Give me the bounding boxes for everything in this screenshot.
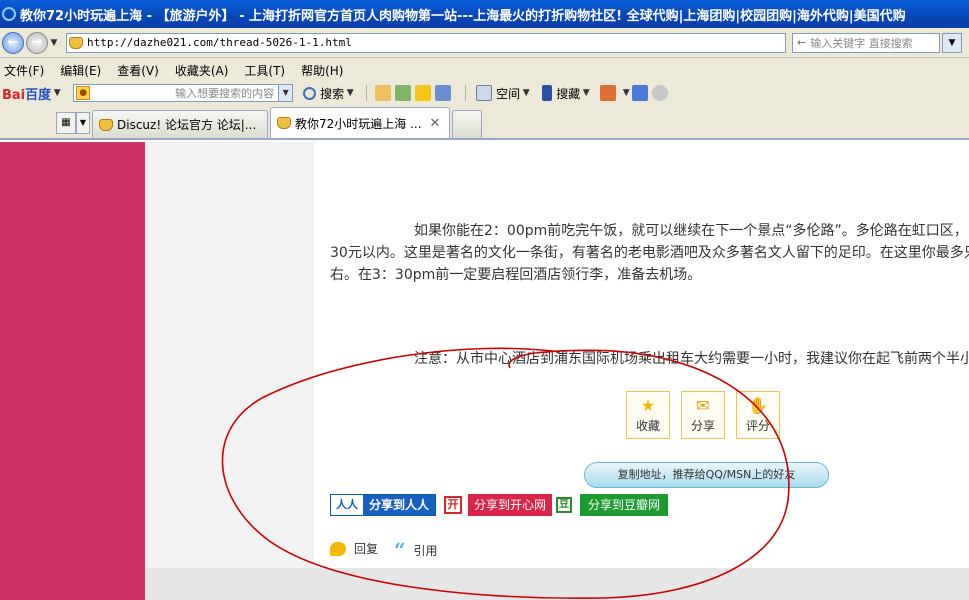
close-tab-icon[interactable]: ✕ — [430, 116, 441, 131]
post-paragraph: 如果你能在2：00pm前吃完午饭，就可以继续在下一个景点“多伦路”。多伦路在虹口… — [330, 220, 969, 286]
bookmark-icon — [542, 85, 553, 101]
page-content: 如果你能在2：00pm前吃完午饭，就可以继续在下一个景点“多伦路”。多伦路在虹口… — [0, 142, 969, 600]
douban-logo-icon: 豆 — [556, 497, 572, 513]
search-dropdown-icon[interactable]: ▼ — [942, 32, 962, 53]
translate-dropdown-icon[interactable]: ▼ — [620, 88, 632, 98]
image-icon[interactable] — [395, 85, 412, 101]
kaixin-label: 分享到开心网 — [468, 494, 553, 516]
favorite-button[interactable]: ★ 收藏 — [626, 391, 670, 439]
tab-list-dropdown-icon[interactable]: ▼ — [76, 112, 90, 134]
toolbar-separator — [366, 85, 368, 101]
gear-icon[interactable] — [652, 85, 669, 101]
tab-label: Discuz! 论坛官方 论坛|... — [117, 118, 257, 132]
baidu-logo[interactable]: Bai百度 — [2, 84, 51, 103]
douban-label: 分享到豆瓣网 — [580, 494, 669, 516]
favorite-label: 收藏 — [635, 419, 660, 433]
forward-button[interactable]: → — [26, 31, 48, 54]
tab-favicon-icon — [277, 117, 291, 129]
menu-favorites[interactable]: 收藏夹(A) — [175, 62, 229, 79]
star-icon: ★ — [640, 396, 656, 415]
tab-discuz[interactable]: Discuz! 论坛官方 论坛|... — [92, 110, 268, 138]
address-bar: ← → ▼ http://dazhe021.com/thread-5026-1-… — [0, 28, 969, 58]
reply-link[interactable]: 回复 — [330, 540, 378, 557]
soucang-button[interactable]: 搜藏 ▼ — [542, 85, 592, 102]
baidu-menu-dropdown-icon[interactable]: ▼ — [51, 88, 63, 98]
window-title: 教你72小时玩遍上海 - 【旅游户外】 - 上海打折网官方首页人肉购物第一站--… — [20, 8, 906, 24]
copy-address-button[interactable]: 复制地址，推荐给QQ/MSN上的好友 — [584, 462, 829, 488]
menu-file[interactable]: 文件(F) — [4, 62, 44, 79]
tab-favicon-icon — [99, 118, 113, 131]
quote-label: 引用 — [413, 543, 438, 558]
post-separator — [145, 568, 969, 600]
share-douban-button[interactable]: 豆 分享到豆瓣网 — [556, 494, 669, 516]
url-input[interactable]: http://dazhe021.com/thread-5026-1-1.html — [66, 32, 786, 53]
zhidao-icon[interactable] — [415, 85, 432, 101]
menu-view[interactable]: 查看(V) — [117, 62, 159, 79]
new-tab-button[interactable] — [452, 110, 482, 138]
renren-label: 分享到人人 — [363, 495, 435, 515]
post-line: 右。在3：30pm前一定要启程回酒店领行李，准备去机场。 — [330, 267, 702, 283]
kaixin-logo-icon: 开 — [444, 496, 462, 514]
site-favicon-icon — [69, 36, 83, 49]
quote-mark-icon: “ — [394, 538, 406, 562]
history-dropdown-icon[interactable]: ▼ — [48, 38, 60, 48]
back-button[interactable]: ← — [2, 31, 24, 54]
reply-label: 回复 — [354, 542, 379, 556]
post-line: 30元以内。这里是著名的文化一条街，有著名的老电影酒吧及众多著名文人留下的足印。… — [330, 245, 969, 261]
baidu-input-dropdown-icon[interactable]: ▼ — [278, 85, 293, 101]
rate-button[interactable]: ✋ 评分 — [736, 391, 780, 439]
search-options-dropdown-icon[interactable]: ▼ — [344, 88, 356, 98]
space-button[interactable]: 空间 ▼ — [476, 85, 532, 102]
quote-link[interactable]: “ 引用 — [394, 538, 438, 562]
baidu-search-input[interactable]: ● 输入想要搜索的内容 ▼ — [73, 84, 294, 102]
post-line: 如果你能在2：00pm前吃完午饭，就可以继续在下一个景点“多伦路”。多伦路在虹口… — [414, 223, 968, 239]
speech-bubble-icon — [330, 541, 346, 556]
baidu-search-placeholder: 输入想要搜索的内容 — [175, 87, 275, 100]
pen-icon[interactable] — [632, 85, 649, 101]
ie-icon — [2, 7, 16, 21]
grid-icon[interactable] — [435, 85, 452, 101]
menu-bar: 文件(F) 编辑(E) 查看(V) 收藏夹(A) 工具(T) 帮助(H) — [0, 58, 969, 82]
tab-label: 教你72小时玩遍上海 ... — [295, 116, 422, 131]
baidu-search-label: 搜索 — [320, 86, 345, 101]
tab-bar: ▦ ▼ Discuz! 论坛官方 论坛|... 教你72小时玩遍上海 ... ✕ — [0, 104, 969, 140]
space-icon — [476, 85, 493, 101]
envelope-icon: ✉ — [696, 396, 710, 415]
translate-icon[interactable] — [600, 85, 617, 101]
share-button[interactable]: ✉ 分享 — [681, 391, 725, 439]
tab-current[interactable]: 教你72小时玩遍上海 ... ✕ — [270, 107, 450, 138]
thumbs-up-icon: ✋ — [748, 396, 768, 415]
share-renren-button[interactable]: 人人 分享到人人 — [330, 494, 436, 516]
search-placeholder: 输入关键字 直接搜索 — [810, 36, 913, 50]
post-note: 注意：从市中心酒店到浦东国际机场乘出租车大约需要一小时，我建议你在起飞前两个半小 — [414, 351, 969, 367]
left-decor-column — [0, 142, 145, 600]
share-kaixin-button[interactable]: 开 分享到开心网 — [444, 494, 553, 516]
quick-tabs-icon[interactable]: ▦ — [56, 112, 76, 134]
baidu-search-button[interactable]: 搜索 ▼ — [303, 85, 356, 102]
toolbar-separator — [465, 85, 467, 101]
url-text: http://dazhe021.com/thread-5026-1-1.html — [87, 36, 352, 49]
search-arrow-icon: ← — [797, 36, 807, 49]
soucang-dropdown-icon[interactable]: ▼ — [580, 88, 592, 98]
post-body: 如果你能在2：00pm前吃完午饭，就可以继续在下一个景点“多伦路”。多伦路在虹口… — [314, 142, 969, 568]
space-label: 空间 — [496, 86, 521, 101]
soucang-label: 搜藏 — [556, 86, 581, 101]
search-input[interactable]: ← 输入关键字 直接搜索 — [792, 32, 940, 53]
window-title-bar: 教你72小时玩遍上海 - 【旅游户外】 - 上海打折网官方首页人肉购物第一站--… — [0, 0, 969, 28]
baidu-paw-icon: ● — [76, 86, 91, 100]
spectacles-icon[interactable] — [375, 85, 392, 101]
rate-label: 评分 — [745, 419, 770, 433]
share-label: 分享 — [690, 419, 715, 433]
magnifier-icon — [303, 86, 317, 100]
baidu-toolbar: Bai百度 ▼ ● 输入想要搜索的内容 ▼ 搜索 ▼ 空间 ▼ 搜藏 ▼ ▼ — [0, 82, 969, 104]
menu-tools[interactable]: 工具(T) — [244, 62, 285, 79]
menu-help[interactable]: 帮助(H) — [301, 62, 343, 79]
renren-logo-icon: 人人 — [331, 495, 363, 515]
space-dropdown-icon[interactable]: ▼ — [520, 88, 532, 98]
menu-edit[interactable]: 编辑(E) — [60, 62, 101, 79]
author-column — [145, 142, 314, 600]
